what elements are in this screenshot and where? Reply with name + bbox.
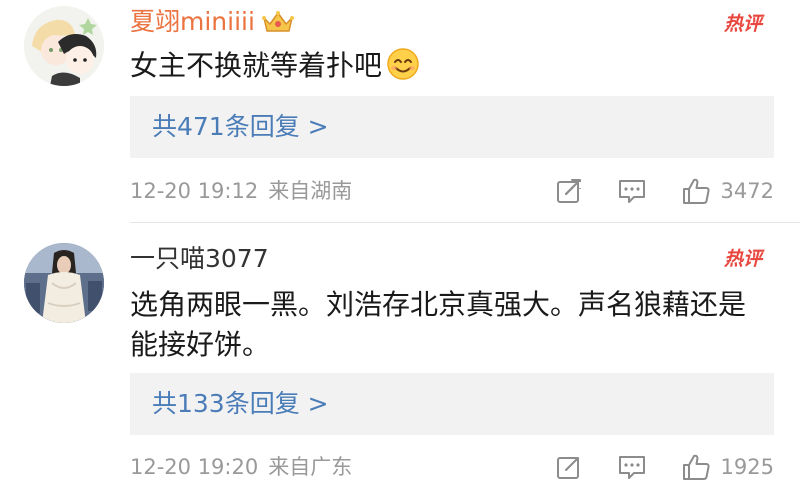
comment-icon: [618, 180, 645, 203]
hot-badge-text: 热评: [724, 13, 765, 35]
comment-time: 12-20 19:20: [130, 455, 259, 479]
avatar-photo-icon: [24, 243, 104, 323]
comment-meta: 12-20 19:12 来自湖南: [130, 177, 352, 205]
comment-text-content: 女主不换就等着扑吧: [130, 49, 383, 82]
hot-badge-text: 热评: [724, 248, 765, 270]
username-text[interactable]: 一只喵3077: [130, 244, 269, 273]
repost-icon: [556, 179, 581, 203]
comment-meta: 12-20 19:20 来自广东: [130, 453, 352, 481]
comment-item: 夏翊miniiii 热评 女主不换就等着扑吧 共471条回复 > 12-20 1…: [0, 0, 800, 222]
like-count: 3472: [720, 179, 774, 203]
like-button[interactable]: 3472: [681, 176, 774, 206]
like-count: 1925: [720, 455, 774, 479]
replies-box[interactable]: 共133条回复 >: [130, 373, 774, 435]
comment-text: 选角两眼一黑。刘浩存北京真强大。声名狼藉还是能接好饼。: [130, 285, 760, 365]
avatar-cartoon-icon: [24, 6, 104, 86]
comment-location: 来自湖南: [268, 179, 353, 203]
hot-comment-badge: 热评: [723, 243, 766, 271]
comment-text-content: 选角两眼一黑。刘浩存北京真强大。声名狼藉还是能接好饼。: [130, 288, 747, 361]
crown-icon: [261, 10, 295, 42]
repost-icon: [556, 457, 581, 479]
repost-button[interactable]: [555, 453, 583, 481]
replies-box[interactable]: 共471条回复 >: [130, 96, 774, 158]
comment-text: 女主不换就等着扑吧: [130, 46, 760, 92]
smile-emoji-icon: [386, 47, 420, 92]
user-avatar[interactable]: [24, 243, 104, 323]
like-button[interactable]: 1925: [681, 452, 774, 482]
comment-location: 来自广东: [268, 455, 353, 479]
username-text[interactable]: 夏翊miniiii: [130, 7, 255, 36]
view-replies-link[interactable]: 共471条回复 >: [152, 109, 329, 145]
username[interactable]: 夏翊miniiii: [130, 6, 295, 42]
comment-time: 12-20 19:12: [130, 179, 259, 203]
comment-actions: 3472: [555, 175, 774, 207]
comment-button[interactable]: [617, 177, 647, 205]
username[interactable]: 一只喵3077: [130, 243, 269, 275]
thumbs-up-icon: [682, 178, 710, 204]
comment-item: 一只喵3077 热评 选角两眼一黑。刘浩存北京真强大。声名狼藉还是能接好饼。 共…: [0, 223, 800, 496]
hot-comment-badge: 热评: [723, 8, 766, 36]
repost-button[interactable]: [555, 177, 583, 205]
thumbs-up-icon: [682, 454, 710, 480]
view-replies-link[interactable]: 共133条回复 >: [152, 386, 329, 422]
user-avatar[interactable]: [24, 6, 104, 86]
comment-button[interactable]: [617, 453, 647, 481]
comment-actions: 1925: [555, 451, 774, 483]
comment-icon: [618, 456, 645, 479]
